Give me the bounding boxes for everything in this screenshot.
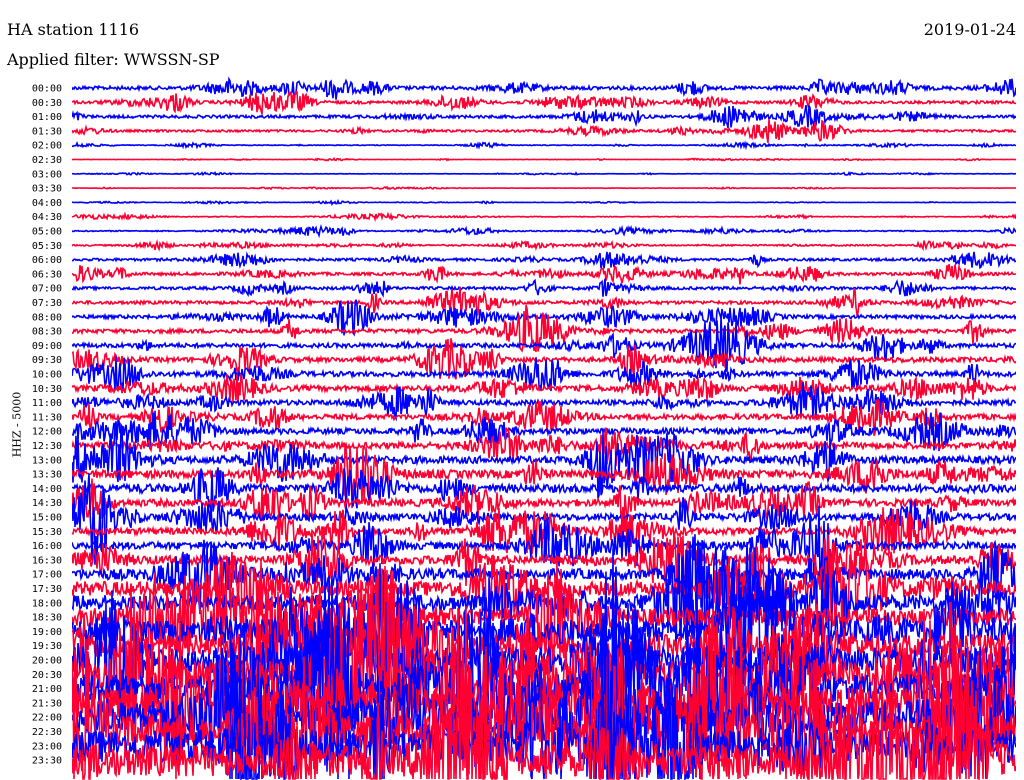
- time-tick-label: 19:30: [32, 641, 62, 652]
- time-tick-label: 15:00: [32, 513, 62, 524]
- time-tick-label: 19:00: [32, 627, 62, 638]
- time-tick-label: 01:00: [32, 112, 62, 123]
- seismic-trace: [72, 140, 1016, 151]
- time-tick-label: 00:00: [32, 84, 62, 95]
- time-tick-label: 11:30: [32, 412, 62, 423]
- time-tick-label: 10:00: [32, 370, 62, 381]
- time-tick-label: 21:00: [32, 684, 62, 695]
- seismic-trace: [72, 156, 1016, 162]
- seismic-trace: [72, 76, 1016, 100]
- time-tick-label: 09:30: [32, 355, 62, 366]
- time-tick-label: 13:00: [32, 455, 62, 466]
- time-tick-label: 03:30: [32, 184, 62, 195]
- time-tick-label: 10:30: [32, 384, 62, 395]
- time-tick-label: 12:30: [32, 441, 62, 452]
- time-tick-label: 05:00: [32, 227, 62, 238]
- time-tick-label: 06:30: [32, 269, 62, 280]
- seismic-trace: [72, 170, 1016, 177]
- time-tick-label: 07:30: [32, 298, 62, 309]
- time-tick-label: 12:00: [32, 427, 62, 438]
- time-tick-label: 04:00: [32, 198, 62, 209]
- time-tick-label: 02:30: [32, 155, 62, 166]
- time-tick-label: 14:00: [32, 484, 62, 495]
- time-tick-label: 18:00: [32, 598, 62, 609]
- time-tick-label: 20:00: [32, 656, 62, 667]
- time-tick-label: 13:30: [32, 470, 62, 481]
- time-tick-label: 23:00: [32, 741, 62, 752]
- seismic-trace: [72, 211, 1016, 223]
- time-tick-label: 14:30: [32, 498, 62, 509]
- time-tick-label: 06:00: [32, 255, 62, 266]
- time-tick-label: 02:00: [32, 141, 62, 152]
- seismic-trace: [72, 278, 1016, 298]
- time-tick-label: 04:30: [32, 212, 62, 223]
- time-tick-label: 07:00: [32, 284, 62, 295]
- seismic-trace: [72, 263, 1016, 285]
- seismic-trace: [72, 238, 1016, 252]
- time-tick-label: 21:30: [32, 698, 62, 709]
- time-tick-label: 16:30: [32, 555, 62, 566]
- time-tick-label: 17:30: [32, 584, 62, 595]
- seismic-trace: [72, 90, 1016, 115]
- time-tick-label: 11:00: [32, 398, 62, 409]
- time-tick-label: 09:00: [32, 341, 62, 352]
- time-tick-label: 17:00: [32, 570, 62, 581]
- time-tick-label: 03:00: [32, 169, 62, 180]
- seismic-trace: [72, 224, 1016, 239]
- time-tick-label: 23:30: [32, 756, 62, 767]
- time-tick-label: 08:30: [32, 327, 62, 338]
- time-tick-label: 20:30: [32, 670, 62, 681]
- time-tick-label: 22:30: [32, 727, 62, 738]
- time-tick-label: 01:30: [32, 126, 62, 137]
- seismic-trace: [72, 119, 1016, 143]
- seismic-trace: [72, 198, 1016, 207]
- seismic-trace: [72, 185, 1016, 191]
- seismic-trace: [72, 104, 1016, 129]
- seismic-trace: [72, 444, 1016, 509]
- time-tick-label: 00:30: [32, 98, 62, 109]
- time-tick-label: 15:30: [32, 527, 62, 538]
- helicorder-plot: 00:00 00:30 01:00 01:30 02:00 02:30 03:00 03:30…: [32, 76, 1016, 780]
- seismic-trace: [72, 251, 1016, 270]
- time-tick-label: 08:00: [32, 312, 62, 323]
- time-tick-label: 16:00: [32, 541, 62, 552]
- time-tick-label: 05:30: [32, 241, 62, 252]
- time-tick-label: 22:00: [32, 713, 62, 724]
- time-tick-label: 18:30: [32, 613, 62, 624]
